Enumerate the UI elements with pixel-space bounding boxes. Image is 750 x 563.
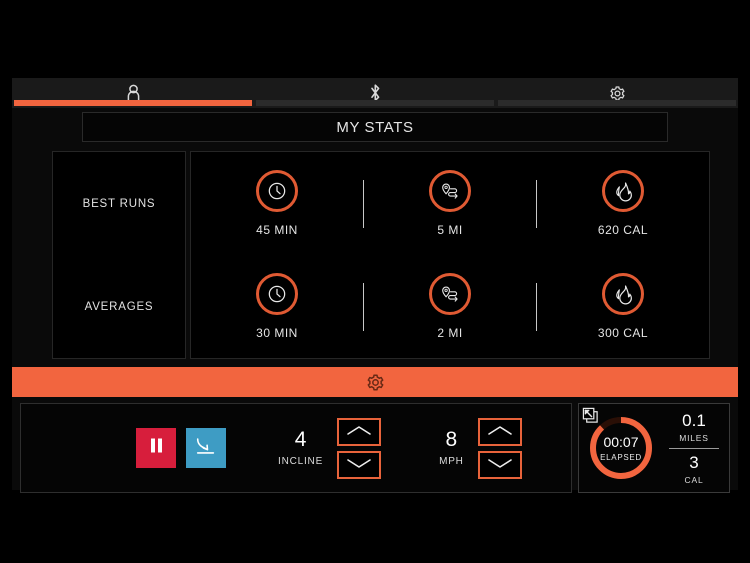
stats-grid: 45 MIN 5 MI 620 CAL 30 MIN 2 MI 300 CAL xyxy=(190,151,710,359)
timer-ring: 00:07 ELAPSED xyxy=(588,415,654,481)
chevron-down-icon xyxy=(487,456,513,474)
treadmill-app: MY STATS BEST RUNS AVERAGES 45 MIN 5 MI … xyxy=(12,78,738,493)
tab-bluetooth[interactable] xyxy=(254,78,496,108)
incline-value: 4 xyxy=(294,428,307,451)
page-title-wrap: MY STATS xyxy=(12,108,738,142)
row-label-averages: AVERAGES xyxy=(84,300,154,313)
tab-underline-profile xyxy=(14,100,252,106)
route-pin-icon xyxy=(429,273,471,315)
stat-value-best-calories: 620 CAL xyxy=(597,223,649,237)
miles-readout: 0.1 MILES xyxy=(663,409,725,446)
tab-underline-bluetooth xyxy=(256,100,494,106)
stat-cell-best-calories[interactable]: 620 CAL xyxy=(537,170,709,237)
cal-readout: 3 CAL xyxy=(663,451,725,488)
pause-button[interactable] xyxy=(136,428,176,468)
stats-panel: BEST RUNS AVERAGES 45 MIN 5 MI 620 CAL 3… xyxy=(52,151,710,359)
flame-icon xyxy=(602,170,644,212)
chevron-up-icon xyxy=(487,423,513,441)
gear-icon xyxy=(366,373,385,392)
incline-down-button[interactable] xyxy=(337,450,382,479)
speed-up-button[interactable] xyxy=(477,417,522,446)
row-label-best-runs: BEST RUNS xyxy=(82,197,156,210)
stats-row-averages: 30 MIN 2 MI 300 CAL xyxy=(191,255,709,358)
incline-control: 4 INCLINE xyxy=(278,417,382,479)
flame-icon xyxy=(602,273,644,315)
chevron-up-icon xyxy=(346,423,372,441)
stats-row-labels: BEST RUNS AVERAGES xyxy=(52,151,186,359)
speed-down-button[interactable] xyxy=(477,450,522,479)
stat-cell-best-time[interactable]: 45 MIN xyxy=(191,170,363,237)
route-pin-icon xyxy=(429,170,471,212)
console-bar: 4 INCLINE 8 MPH 00:07 ELAPSED 0.1 MILES … xyxy=(20,403,730,493)
finish-arrow-icon xyxy=(194,434,218,463)
speed-unit: MPH xyxy=(439,456,464,467)
tab-bar xyxy=(12,78,738,108)
speed-readout: 8 MPH xyxy=(439,429,464,467)
miles-value: 0.1 xyxy=(682,410,706,430)
chevron-down-icon xyxy=(346,456,372,474)
summary-readouts: 0.1 MILES 3 CAL xyxy=(663,404,729,492)
incline-up-button[interactable] xyxy=(337,417,382,446)
timer-label: ELAPSED xyxy=(600,452,642,462)
tab-settings[interactable] xyxy=(496,78,738,108)
stat-value-avg-time: 30 MIN xyxy=(256,326,298,340)
speed-value: 8 xyxy=(445,428,458,451)
workout-summary-panel: 00:07 ELAPSED 0.1 MILES 3 CAL xyxy=(578,403,730,493)
stat-cell-avg-calories[interactable]: 300 CAL xyxy=(537,273,709,340)
clock-icon xyxy=(256,170,298,212)
speed-control: 8 MPH xyxy=(439,417,522,479)
speed-steppers xyxy=(477,417,522,479)
miles-unit: MILES xyxy=(679,432,709,443)
cal-unit: CAL xyxy=(684,474,704,485)
tab-profile[interactable] xyxy=(12,78,254,108)
stat-value-avg-calories: 300 CAL xyxy=(597,326,649,340)
gear-icon xyxy=(609,85,626,102)
cal-value: 3 xyxy=(689,452,699,472)
stat-cell-best-distance[interactable]: 5 MI xyxy=(364,170,536,237)
incline-unit: INCLINE xyxy=(278,456,324,467)
stat-cell-avg-distance[interactable]: 2 MI xyxy=(364,273,536,340)
page-title-label: MY STATS xyxy=(336,118,414,136)
console-controls: 4 INCLINE 8 MPH xyxy=(20,403,572,493)
timer-value: 00:07 xyxy=(603,433,639,450)
stat-value-best-distance: 5 MI xyxy=(437,223,463,237)
incline-steppers xyxy=(337,417,382,479)
clock-icon xyxy=(256,273,298,315)
page-title: MY STATS xyxy=(82,112,668,142)
summary-divider xyxy=(669,447,719,449)
tab-underline-settings xyxy=(498,100,736,106)
elapsed-timer: 00:07 ELAPSED xyxy=(579,404,663,492)
stats-row-best-runs: 45 MIN 5 MI 620 CAL xyxy=(191,152,709,255)
finish-button[interactable] xyxy=(186,428,226,468)
stat-cell-avg-time[interactable]: 30 MIN xyxy=(191,273,363,340)
incline-readout: 4 INCLINE xyxy=(278,429,323,467)
stat-value-best-time: 45 MIN xyxy=(256,223,298,237)
stat-value-avg-distance: 2 MI xyxy=(437,326,463,340)
settings-bar[interactable] xyxy=(12,367,738,397)
pause-icon xyxy=(149,437,164,459)
